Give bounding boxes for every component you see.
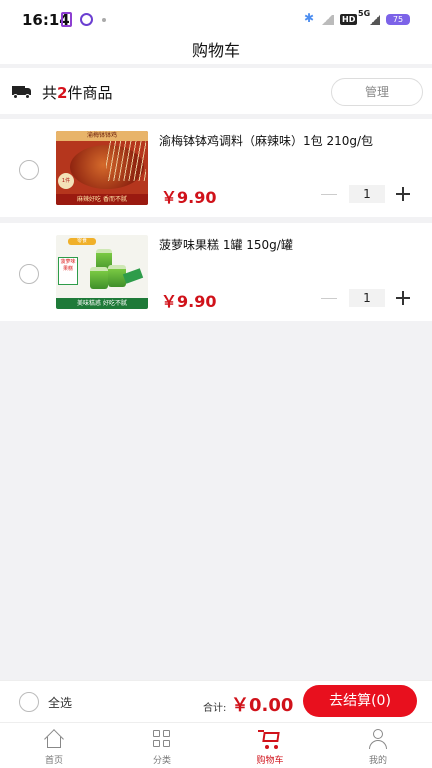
page-header: 购物车 <box>0 38 432 64</box>
tab-label: 我的 <box>368 756 387 766</box>
total-label: 合计: <box>203 703 227 714</box>
cart-icon <box>258 729 280 749</box>
quantity-decrease-button[interactable] <box>316 181 342 207</box>
product-image[interactable]: 渝梅钵钵鸡 1件 麻辣好吃 香而不腻 <box>56 131 148 205</box>
item-count-suffix: 件商品 <box>67 84 113 102</box>
tab-cart[interactable]: 购物车 <box>216 723 324 768</box>
tab-label: 购物车 <box>256 756 284 766</box>
cart-item[interactable]: 零食 菠萝味果糕 美味糕惑 好吃不腻 菠萝味果糕 1罐 150g/罐 ￥9.90… <box>0 223 432 321</box>
minus-icon <box>321 194 337 195</box>
cell-signal-icon <box>370 15 380 25</box>
tab-home[interactable]: 首页 <box>0 723 108 768</box>
manage-button[interactable]: 管理 <box>331 78 423 106</box>
battery-icon: 75 <box>386 14 410 25</box>
item-select-radio[interactable] <box>19 160 39 180</box>
item-count-prefix: 共 <box>42 84 58 102</box>
quantity-input[interactable]: 1 <box>349 289 385 307</box>
phone-icon <box>61 12 72 27</box>
tab-category[interactable]: 分类 <box>108 723 216 768</box>
product-title[interactable]: 菠萝味果糕 1罐 150g/罐 <box>159 236 421 253</box>
item-select-radio[interactable] <box>19 264 39 284</box>
product-title[interactable]: 渝梅钵钵鸡调料（麻辣味）1包 210g/包 <box>159 132 421 149</box>
home-icon <box>44 729 64 749</box>
wifi-signal-icon <box>320 15 334 25</box>
network-label: 5G <box>358 9 371 18</box>
bluetooth-icon: ✱ <box>304 11 315 25</box>
hd-icon: HD <box>340 14 358 25</box>
checkout-button[interactable]: 去结算(0) <box>303 685 417 717</box>
quantity-increase-button[interactable] <box>396 185 412 203</box>
page-title: 购物车 <box>191 41 240 60</box>
quantity-increase-button[interactable] <box>396 289 412 307</box>
bottom-tabbar: 首页 分类 购物车 我的 <box>0 722 432 768</box>
tab-label: 首页 <box>44 756 63 766</box>
user-icon <box>368 729 388 749</box>
dot-icon <box>102 18 106 22</box>
product-price: ￥9.90 <box>161 292 217 311</box>
tab-label: 分类 <box>152 756 171 766</box>
total-value: ￥0.00 <box>231 695 294 716</box>
quantity-input[interactable]: 1 <box>349 185 385 203</box>
checkout-bar: 全选 合计: ￥0.00 去结算(0) <box>0 680 432 722</box>
truck-icon <box>12 86 32 99</box>
cart-item[interactable]: 渝梅钵钵鸡 1件 麻辣好吃 香而不腻 渝梅钵钵鸡调料（麻辣味）1包 210g/包… <box>0 119 432 217</box>
grid-icon <box>152 729 172 749</box>
select-all-radio[interactable] <box>19 692 39 712</box>
product-price: ￥9.90 <box>161 188 217 207</box>
minus-icon <box>321 298 337 299</box>
quantity-decrease-button[interactable] <box>316 285 342 311</box>
clock-icon <box>80 13 93 26</box>
select-all-label[interactable]: 全选 <box>48 694 72 711</box>
item-count-text: 共2件商品 <box>42 82 112 103</box>
item-count: 2 <box>57 84 68 102</box>
cart-summary-bar: 共2件商品 管理 <box>0 68 432 114</box>
product-image[interactable]: 零食 菠萝味果糕 美味糕惑 好吃不腻 <box>56 235 148 309</box>
status-bar: 16:14 ✱ HD 5G 75 <box>0 0 432 38</box>
tab-profile[interactable]: 我的 <box>324 723 432 768</box>
